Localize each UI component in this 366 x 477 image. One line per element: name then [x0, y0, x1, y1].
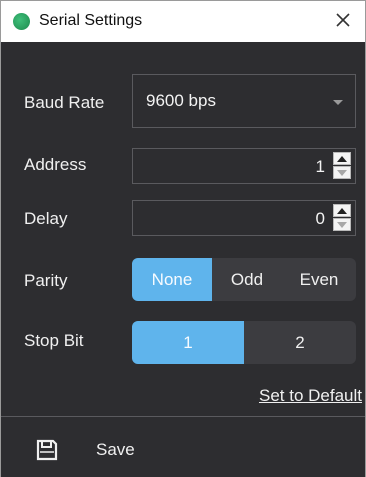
address-label: Address [24, 155, 87, 174]
baud-rate-dropdown[interactable]: 9600 bps [132, 74, 356, 128]
delay-label: Delay [24, 209, 68, 228]
window-title: Serial Settings [39, 12, 143, 29]
address-spinner [333, 152, 351, 180]
stop-bit-option-2[interactable]: 2 [244, 321, 356, 364]
parity-option-even[interactable]: Even [282, 258, 356, 301]
address-field[interactable]: 1 [132, 148, 356, 184]
decrement-icon[interactable] [333, 166, 351, 179]
delay-value: 0 [315, 209, 325, 228]
parity-option-odd[interactable]: Odd [212, 258, 282, 301]
serial-settings-window: Serial Settings Baud Rate 9600 bps Addre… [0, 0, 366, 477]
floppy-disk-icon [36, 439, 58, 461]
save-label: Save [96, 440, 135, 459]
stop-bit-label: Stop Bit [24, 331, 84, 350]
stop-bit-segmented-control: 1 2 [132, 321, 356, 364]
delay-field[interactable]: 0 [132, 200, 356, 236]
parity-segmented-control: None Odd Even [132, 258, 356, 301]
chevron-down-icon [333, 100, 343, 105]
stop-bit-option-1[interactable]: 1 [132, 321, 244, 364]
increment-icon[interactable] [333, 152, 351, 165]
baud-rate-value: 9600 bps [146, 91, 216, 110]
increment-icon[interactable] [333, 204, 351, 217]
set-to-default-link[interactable]: Set to Default [259, 386, 362, 406]
decrement-icon[interactable] [333, 218, 351, 231]
save-button[interactable]: Save [1, 416, 365, 477]
close-icon[interactable] [329, 6, 357, 34]
delay-spinner [333, 204, 351, 232]
address-value: 1 [315, 157, 325, 176]
title-bar: Serial Settings [1, 1, 365, 42]
settings-panel: Baud Rate 9600 bps Address 1 Delay 0 Par… [1, 42, 365, 477]
parity-label: Parity [24, 271, 68, 290]
parity-option-none[interactable]: None [132, 258, 212, 301]
app-status-icon [13, 13, 30, 30]
baud-rate-label: Baud Rate [24, 93, 105, 112]
